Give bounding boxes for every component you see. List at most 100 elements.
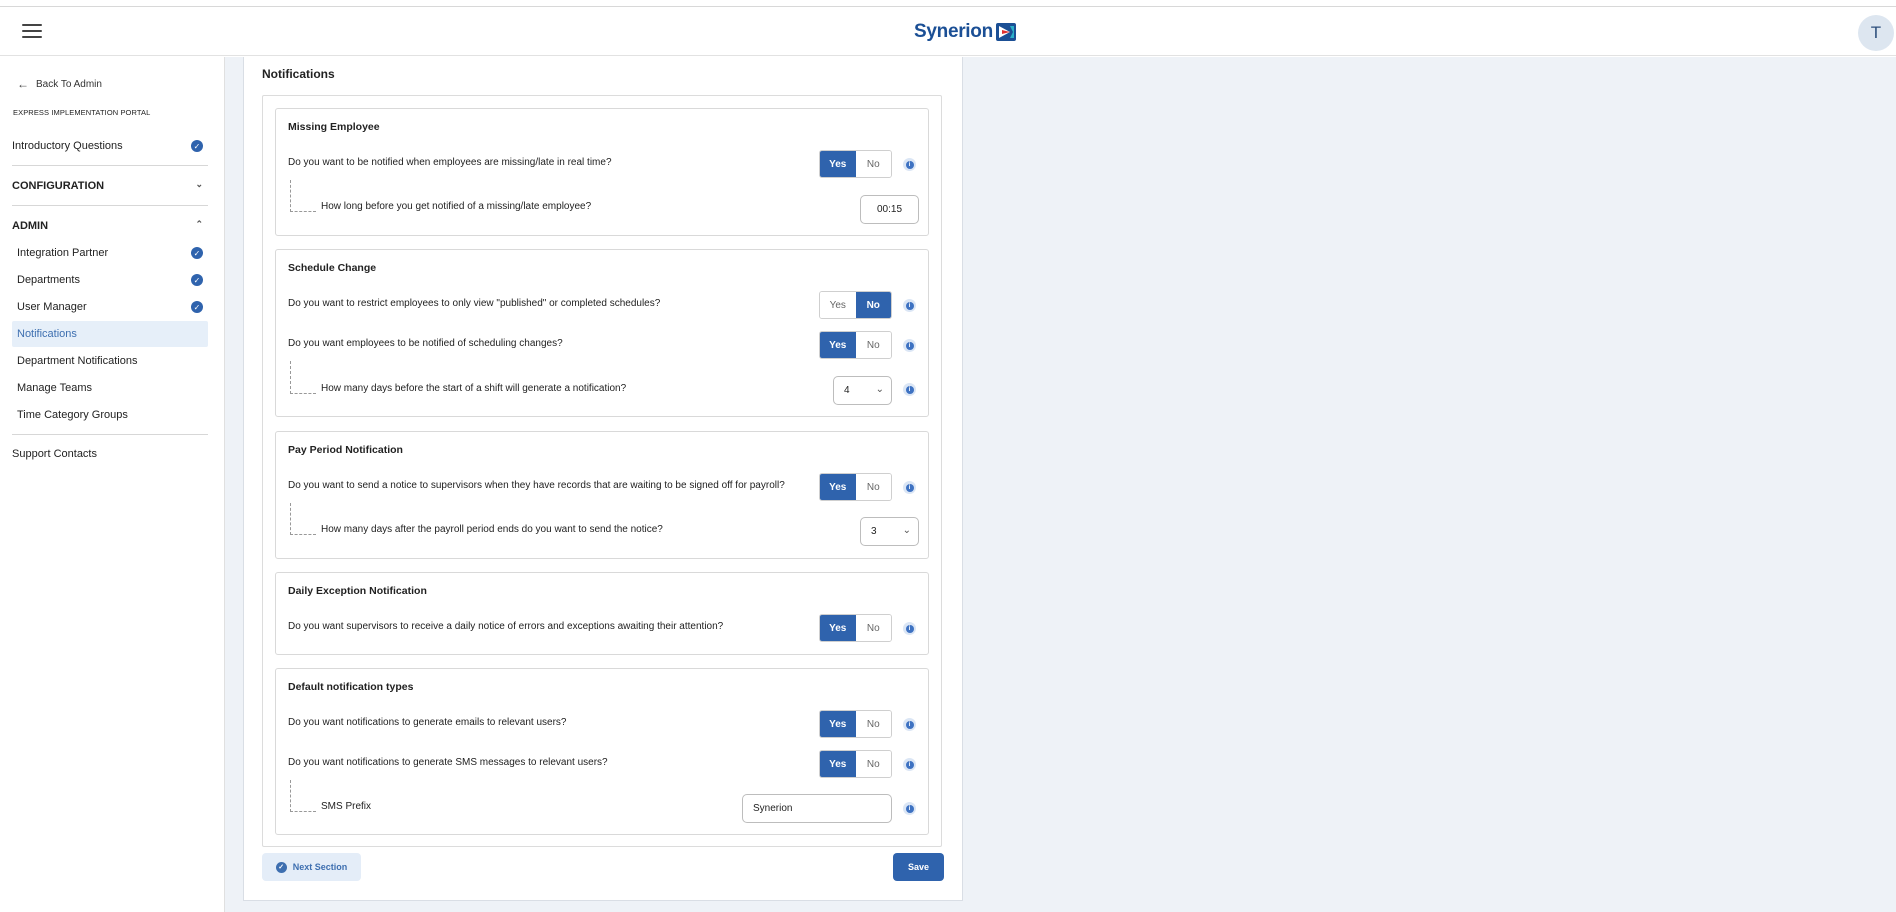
chevron-down-icon: ⌄ <box>902 525 911 536</box>
tree-connector <box>290 503 316 535</box>
sidebar-section-admin[interactable]: ADMIN ⌃ <box>12 213 208 239</box>
sidebar-item-introductory-questions[interactable]: Introductory Questions ✓ <box>12 133 208 159</box>
next-section-button[interactable]: ✓ Next Section <box>262 853 361 881</box>
yes-option[interactable]: Yes <box>820 751 856 777</box>
info-icon[interactable]: i <box>903 339 916 352</box>
sidebar-item-integration-partner[interactable]: Integration Partner ✓ <box>12 240 208 266</box>
pay-period-card: Pay Period Notification Do you want to s… <box>275 431 929 559</box>
question-label: How many days after the payroll period e… <box>321 524 663 535</box>
sidebar-item-user-manager[interactable]: User Manager ✓ <box>12 294 208 320</box>
tree-connector <box>290 180 316 212</box>
synerion-logo: Synerion <box>914 20 1016 44</box>
yes-no-toggle[interactable]: Yes No <box>819 750 892 778</box>
card-title: Schedule Change <box>288 262 377 274</box>
question-label: Do you want notifications to generate SM… <box>288 757 608 768</box>
yes-no-toggle[interactable]: Yes No <box>819 150 892 178</box>
sidebar-item-label: Notifications <box>17 328 77 340</box>
daily-exception-card: Daily Exception Notification Do you want… <box>275 572 929 655</box>
page-title: Notifications <box>262 67 335 81</box>
check-circle-icon: ✓ <box>191 247 203 259</box>
info-icon[interactable]: i <box>903 481 916 494</box>
app-header: Synerion T <box>0 7 1896 56</box>
days-before-select[interactable]: 4 ⌄ <box>833 376 892 405</box>
no-option[interactable]: No <box>855 615 891 641</box>
sidebar-item-departments[interactable]: Departments ✓ <box>12 267 208 293</box>
info-icon[interactable]: i <box>903 718 916 731</box>
yes-no-toggle[interactable]: Yes No <box>819 710 892 738</box>
no-option[interactable]: No <box>855 751 891 777</box>
sidebar-item-department-notifications[interactable]: Department Notifications <box>12 348 208 374</box>
logo-mark-icon <box>995 23 1016 41</box>
question-label: How many days before the start of a shif… <box>321 383 627 394</box>
sidebar-item-label: Departments <box>17 274 80 286</box>
info-icon[interactable]: i <box>903 299 916 312</box>
yes-option[interactable]: Yes <box>820 332 856 358</box>
yes-no-toggle[interactable]: Yes No <box>819 291 892 319</box>
yes-option[interactable]: Yes <box>820 474 856 500</box>
sidebar-divider <box>12 434 208 435</box>
sidebar-item-label: Time Category Groups <box>17 409 128 421</box>
yes-option[interactable]: Yes <box>820 292 856 318</box>
select-value: 4 <box>844 385 850 396</box>
question-label: How long before you get notified of a mi… <box>321 201 592 212</box>
no-option[interactable]: No <box>855 151 891 177</box>
yes-option[interactable]: Yes <box>820 615 856 641</box>
sidebar-item-time-category-groups[interactable]: Time Category Groups <box>12 402 208 428</box>
save-button[interactable]: Save <box>893 853 944 881</box>
no-option[interactable]: No <box>855 711 891 737</box>
sidebar-item-notifications[interactable]: Notifications <box>12 321 208 347</box>
check-circle-icon: ✓ <box>191 301 203 313</box>
question-label: Do you want to be notified when employee… <box>288 157 612 168</box>
sidebar-item-label: Introductory Questions <box>12 140 123 152</box>
no-option[interactable]: No <box>855 292 891 318</box>
menu-icon[interactable] <box>22 24 42 40</box>
info-icon[interactable]: i <box>903 802 916 815</box>
question-label: Do you want to restrict employees to onl… <box>288 298 661 309</box>
check-circle-icon: ✓ <box>191 140 203 152</box>
info-icon[interactable]: i <box>903 758 916 771</box>
chevron-down-icon: ⌄ <box>195 179 203 189</box>
time-input[interactable]: 00:15 <box>860 195 919 224</box>
back-label: Back To Admin <box>36 78 102 90</box>
top-border <box>0 0 1896 7</box>
sidebar: ← Back To Admin EXPRESS IMPLEMENTATION P… <box>0 57 225 912</box>
check-circle-icon: ✓ <box>275 861 287 873</box>
back-to-admin-link[interactable]: ← Back To Admin <box>17 77 102 91</box>
question-label: Do you want to send a notice to supervis… <box>288 480 785 491</box>
info-icon[interactable]: i <box>903 622 916 635</box>
yes-no-toggle[interactable]: Yes No <box>819 473 892 501</box>
no-option[interactable]: No <box>855 332 891 358</box>
question-label: Do you want supervisors to receive a dai… <box>288 621 724 632</box>
notifications-panel: Notifications Missing Employee Do you wa… <box>243 57 963 901</box>
yes-no-toggle[interactable]: Yes No <box>819 614 892 642</box>
yes-option[interactable]: Yes <box>820 711 856 737</box>
info-icon[interactable]: i <box>903 383 916 396</box>
yes-no-toggle[interactable]: Yes No <box>819 331 892 359</box>
question-label: Do you want notifications to generate em… <box>288 717 567 728</box>
next-section-label: Next Section <box>292 862 348 872</box>
sms-prefix-input[interactable]: Synerion <box>742 794 892 823</box>
arrow-left-icon: ← <box>17 77 29 91</box>
chevron-down-icon: ⌄ <box>875 384 884 395</box>
days-after-select[interactable]: 3 ⌄ <box>860 517 919 546</box>
card-title: Pay Period Notification <box>288 444 403 456</box>
sidebar-item-label: Manage Teams <box>17 382 93 394</box>
sidebar-item-label: Integration Partner <box>17 247 109 259</box>
questions-container: Missing Employee Do you want to be notif… <box>262 95 942 847</box>
sidebar-divider <box>12 165 208 166</box>
yes-option[interactable]: Yes <box>820 151 856 177</box>
select-value: 3 <box>871 526 877 537</box>
card-title: Missing Employee <box>288 121 380 133</box>
user-avatar[interactable]: T <box>1858 15 1894 51</box>
no-option[interactable]: No <box>855 474 891 500</box>
card-title: Daily Exception Notification <box>288 585 427 597</box>
card-title: Default notification types <box>288 681 414 693</box>
sidebar-section-configuration[interactable]: CONFIGURATION ⌄ <box>12 173 208 199</box>
tree-connector <box>290 780 316 812</box>
info-icon[interactable]: i <box>903 158 916 171</box>
sidebar-item-manage-teams[interactable]: Manage Teams <box>12 375 208 401</box>
missing-employee-card: Missing Employee Do you want to be notif… <box>275 108 929 236</box>
sidebar-item-label: Support Contacts <box>12 448 97 460</box>
sidebar-item-support-contacts[interactable]: Support Contacts <box>12 441 208 467</box>
question-label: Do you want employees to be notified of … <box>288 338 563 349</box>
